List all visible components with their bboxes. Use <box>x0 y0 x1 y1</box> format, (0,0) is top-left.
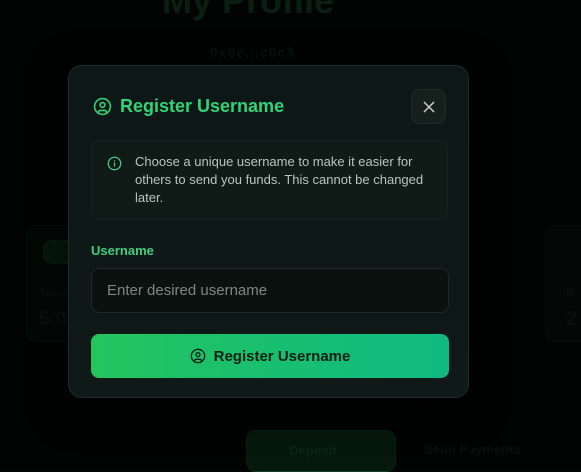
register-username-button-label: Register Username <box>213 347 351 365</box>
info-icon <box>107 156 122 171</box>
dialog-header: Register Username <box>93 96 284 117</box>
user-circle-icon <box>93 97 112 116</box>
username-input[interactable] <box>91 268 449 313</box>
info-notice: Choose a unique username to make it easi… <box>91 140 448 220</box>
close-icon <box>421 99 437 115</box>
username-label: Username <box>91 243 154 258</box>
close-button[interactable] <box>411 89 446 124</box>
user-circle-icon <box>190 348 206 364</box>
dialog-title: Register Username <box>120 96 285 116</box>
register-username-button[interactable]: Register Username <box>91 334 449 378</box>
info-text: Choose a unique username to make it easi… <box>135 154 424 205</box>
register-username-dialog: Register Username Choose a unique userna… <box>68 65 469 398</box>
